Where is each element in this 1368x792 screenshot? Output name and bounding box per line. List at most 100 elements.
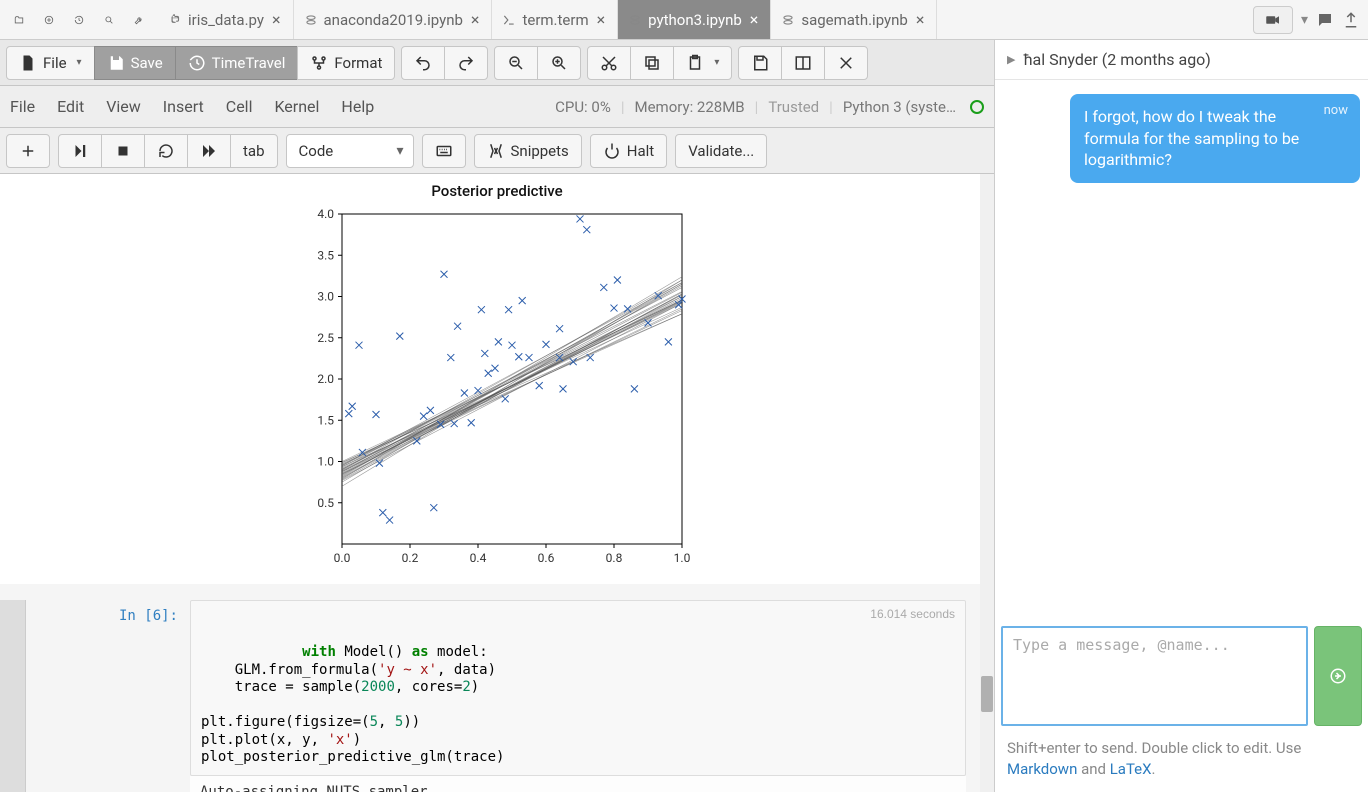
cell-timing: 16.014 seconds <box>870 607 955 622</box>
paste-button[interactable] <box>673 46 732 80</box>
folder-open-icon[interactable] <box>6 7 32 33</box>
keyboard-button[interactable] <box>422 134 466 168</box>
run-button[interactable] <box>58 134 102 168</box>
chevron-right-icon: ▶ <box>1007 53 1015 66</box>
plot-svg: 0.00.20.40.60.81.00.51.01.52.02.53.03.54… <box>302 204 692 574</box>
svg-text:2.5: 2.5 <box>317 331 334 345</box>
svg-text:1.0: 1.0 <box>317 455 334 469</box>
zoom-in-button[interactable] <box>537 46 581 80</box>
notebook-pane: File Save TimeTravel Format <box>0 40 995 792</box>
menu-status: CPU: 0% | Memory: 228MB | Trusted | Pyth… <box>555 98 984 116</box>
close-icon[interactable]: × <box>914 10 927 29</box>
bubble-time: now <box>1324 102 1348 120</box>
plot-title: Posterior predictive <box>431 182 562 200</box>
notebook-scroll-area[interactable]: Posterior predictive 0.00.20.40.60.81.00… <box>0 174 994 792</box>
chat-header[interactable]: ▶ ħal Snyder (2 months ago) <box>995 40 1368 80</box>
cut-button[interactable] <box>587 46 631 80</box>
run-all-button[interactable] <box>187 134 231 168</box>
close-icon[interactable]: × <box>270 10 283 29</box>
scrollbar[interactable] <box>980 174 994 792</box>
validate-button[interactable]: Validate... <box>675 134 767 168</box>
project-icons <box>0 7 158 33</box>
send-button[interactable] <box>1314 626 1362 726</box>
svg-text:3.0: 3.0 <box>317 290 334 304</box>
zoom-out-button[interactable] <box>494 46 538 80</box>
snippets-button[interactable]: Snippets <box>474 134 582 168</box>
chevron-down-icon[interactable]: ▾ <box>1301 12 1308 28</box>
notebook-toolbar: tab Code Snippets Halt Validate... <box>0 128 994 174</box>
tab-label: anaconda2019.ipynb <box>324 11 463 29</box>
chat-hint: Shift+enter to send. Double click to edi… <box>995 732 1368 792</box>
menu-cell[interactable]: Cell <box>226 97 253 116</box>
svg-text:1.5: 1.5 <box>317 413 334 427</box>
close-icon[interactable]: × <box>595 10 608 29</box>
svg-text:0.5: 0.5 <box>317 496 334 510</box>
tab-button[interactable]: tab <box>230 134 278 168</box>
format-button[interactable]: Format <box>297 46 395 80</box>
chat-user-label: ħal Snyder (2 months ago) <box>1023 50 1210 69</box>
scrollbar-thumb[interactable] <box>981 676 993 712</box>
chat-messages[interactable]: now I forgot, how do I tweak the formula… <box>995 80 1368 620</box>
stdout-output: Auto-assigning NUTS sampler... Initializ… <box>190 776 966 792</box>
file-tab[interactable]: iris_data.py × <box>158 0 294 39</box>
file-tab[interactable]: anaconda2019.ipynb × <box>294 0 493 39</box>
tab-label: python3.ipynb <box>648 11 742 29</box>
kernel-status-icon <box>970 100 984 114</box>
restart-button[interactable] <box>144 134 188 168</box>
menu-view[interactable]: View <box>106 97 141 116</box>
download-button[interactable] <box>738 46 782 80</box>
menu-insert[interactable]: Insert <box>163 97 204 116</box>
menu-kernel[interactable]: Kernel <box>274 97 319 116</box>
copy-button[interactable] <box>630 46 674 80</box>
file-menu-button[interactable]: File <box>6 46 95 80</box>
file-toolbar: File Save TimeTravel Format <box>0 40 994 86</box>
cell-type-select[interactable]: Code <box>286 134 414 168</box>
main-split: File Save TimeTravel Format <box>0 40 1368 792</box>
stop-button[interactable] <box>101 134 145 168</box>
save-button[interactable]: Save <box>94 46 176 80</box>
tab-label: term.term <box>522 11 588 29</box>
timetravel-button[interactable]: TimeTravel <box>175 46 299 80</box>
undo-button[interactable] <box>401 46 445 80</box>
close-icon[interactable]: × <box>748 10 761 29</box>
share-icon[interactable] <box>1342 11 1360 29</box>
code-cell[interactable]: In [6]: 16.014 seconds with Model() as m… <box>0 600 994 792</box>
top-right-controls: ▾ <box>1245 6 1368 34</box>
search-icon[interactable] <box>96 7 122 33</box>
menu-edit[interactable]: Edit <box>57 97 84 116</box>
file-tabs: iris_data.py ×anaconda2019.ipynb ×term.t… <box>158 0 1245 39</box>
add-file-icon[interactable] <box>36 7 62 33</box>
svg-text:0.0: 0.0 <box>334 551 351 565</box>
file-tab[interactable]: term.term × <box>492 0 618 39</box>
markdown-link[interactable]: Markdown <box>1007 760 1077 778</box>
redo-button[interactable] <box>444 46 488 80</box>
trusted-label: Trusted <box>768 98 819 116</box>
close-button[interactable] <box>824 46 868 80</box>
file-tab[interactable]: sagemath.ipynb × <box>771 0 937 39</box>
halt-button[interactable]: Halt <box>590 134 667 168</box>
svg-text:0.4: 0.4 <box>470 551 487 565</box>
svg-text:2.0: 2.0 <box>317 372 334 386</box>
menu-help[interactable]: Help <box>341 97 374 116</box>
code-input[interactable]: 16.014 seconds with Model() as model: GL… <box>190 600 966 776</box>
cell-prompt: In [6]: <box>26 600 190 792</box>
insert-cell-button[interactable] <box>6 134 50 168</box>
memory-label: Memory: 228MB <box>635 98 745 116</box>
history-icon[interactable] <box>66 7 92 33</box>
chat-input[interactable] <box>1001 626 1308 726</box>
chat-icon[interactable] <box>1316 11 1334 29</box>
chat-bubble[interactable]: now I forgot, how do I tweak the formula… <box>1070 94 1360 183</box>
close-icon[interactable]: × <box>469 10 482 29</box>
jupyter-menu: File Edit View Insert Cell Kernel Help C… <box>0 86 994 128</box>
svg-text:0.2: 0.2 <box>402 551 419 565</box>
wrench-icon[interactable] <box>126 7 152 33</box>
cpu-label: CPU: 0% <box>555 98 611 116</box>
file-tab[interactable]: python3.ipynb × <box>618 0 771 39</box>
arrow-right-circle-icon <box>1329 667 1347 685</box>
svg-text:1.0: 1.0 <box>674 551 691 565</box>
video-chat-button[interactable] <box>1253 6 1293 34</box>
menu-file[interactable]: File <box>10 97 35 116</box>
kernel-label[interactable]: Python 3 (syste… <box>843 98 956 116</box>
latex-link[interactable]: LaTeX <box>1110 760 1152 778</box>
split-view-button[interactable] <box>781 46 825 80</box>
